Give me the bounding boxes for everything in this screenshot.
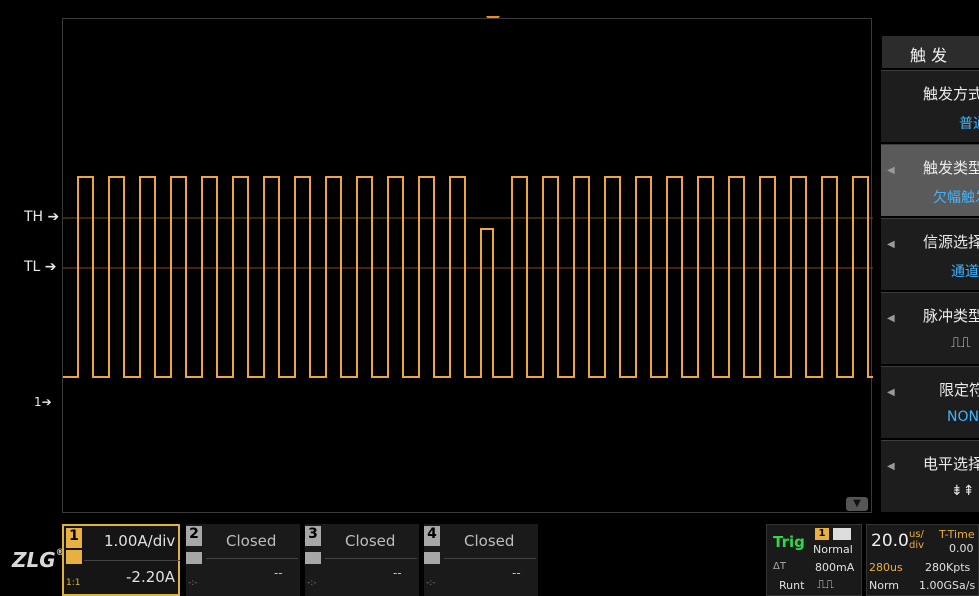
- threshold-high-marker[interactable]: TH ➔: [24, 209, 59, 225]
- trigger-label: Trig: [773, 533, 805, 551]
- timebase-position: 280us: [869, 561, 903, 574]
- th-label: TH: [24, 209, 44, 225]
- menu-arrow-icon: ◀: [887, 387, 895, 398]
- ch2-probe-ratio: -:-: [188, 578, 198, 588]
- menu-item-label: 信源选择: [923, 233, 979, 251]
- ch3-number: 3: [305, 526, 321, 546]
- ch1-scale[interactable]: 1.00A/div: [104, 532, 175, 550]
- timebase-delay: 0.00: [949, 542, 974, 555]
- menu-item-value: 欠幅触发: [933, 190, 979, 206]
- menu-item-label: 限定符: [939, 381, 979, 399]
- waveform-svg: [63, 176, 873, 378]
- menu-item-label: 脉冲类型: [923, 307, 979, 325]
- menu-item-4[interactable]: ◀ 限定符 NONE: [881, 366, 979, 438]
- ch3-probe-ratio: -:-: [307, 578, 317, 588]
- menu-arrow-icon: ◀: [887, 165, 895, 176]
- menu-item-5[interactable]: ◀ 电平选择 ⇟⇞: [881, 440, 979, 512]
- trigger-mode: Normal: [813, 543, 853, 556]
- ch2-offset[interactable]: --: [274, 566, 283, 580]
- menu-item-value: ⎍⎍: [951, 335, 971, 351]
- ch4-offset[interactable]: --: [512, 566, 521, 580]
- trigger-source: 1: [815, 528, 829, 540]
- memory-depth: 280Kpts: [925, 561, 971, 574]
- trigger-type: Runt: [779, 579, 805, 592]
- ch3-panel[interactable]: 3 Closed -- -:-: [305, 524, 419, 596]
- timebase-mode: T-Time: [939, 528, 975, 541]
- menu-title: 触 发: [910, 46, 948, 65]
- ch1-offset[interactable]: -2.20A: [126, 568, 175, 586]
- menu-item-value: NONE: [947, 409, 979, 425]
- ch4-probe-ratio: -:-: [426, 578, 436, 588]
- menu-item-value: 通道1: [951, 264, 979, 280]
- coupling-icon: [305, 552, 321, 564]
- ch1-waveform: [63, 176, 873, 378]
- timebase-unit-bottom: div: [909, 540, 925, 551]
- timebase-unit-top: us/: [909, 529, 924, 540]
- ch4-number: 4: [424, 526, 440, 546]
- coupling-icon: [424, 552, 440, 564]
- ch4-panel[interactable]: 4 Closed -- -:-: [424, 524, 538, 596]
- zlg-logo: ZLG®: [12, 548, 65, 572]
- menu-arrow-icon: ◀: [887, 313, 895, 324]
- acquisition-mode: Norm: [869, 579, 900, 592]
- timebase-scale[interactable]: 20.0: [871, 531, 909, 551]
- menu-item-value: ⇟⇞: [951, 483, 975, 499]
- menu-arrow-icon: ◀: [887, 461, 895, 472]
- ch2-scale[interactable]: Closed: [226, 532, 276, 550]
- timebase-panel[interactable]: 20.0 us/ div T-Time 0.00 280us 280Kpts N…: [866, 524, 979, 596]
- ch1-panel[interactable]: 1 1.00A/div -2.20A 1:1: [62, 524, 180, 596]
- ch3-scale[interactable]: Closed: [345, 532, 395, 550]
- ch1-number: 1: [66, 528, 82, 548]
- ch3-offset[interactable]: --: [393, 566, 402, 580]
- runt-pulse-icon: ⎍⎍: [817, 577, 834, 591]
- ch2-number: 2: [186, 526, 202, 546]
- ch2-panel[interactable]: 2 Closed -- -:-: [186, 524, 300, 596]
- trigger-slope-icon: [833, 528, 851, 540]
- sample-rate: 1.00GSa/s: [919, 579, 976, 592]
- menu-item-label: 触发方式: [923, 85, 979, 103]
- menu-arrow-icon: ◀: [887, 239, 895, 250]
- scroll-down-icon[interactable]: ▼: [846, 497, 868, 511]
- menu-item-2[interactable]: ◀ 信源选择通道1: [881, 218, 979, 290]
- waveform-display[interactable]: [62, 18, 873, 513]
- menu-item-0[interactable]: 触发方式普通: [881, 70, 979, 142]
- ch4-scale[interactable]: Closed: [464, 532, 514, 550]
- menu-item-3[interactable]: ◀ 脉冲类型 ⎍⎍: [881, 292, 979, 364]
- menu-item-value: 普通: [959, 116, 979, 132]
- ch1-probe-ratio: 1:1: [66, 578, 81, 588]
- trigger-delta-label: ΔT: [773, 561, 786, 572]
- trigger-level: 800mA: [815, 561, 855, 574]
- menu-title-bar: 触 发: [882, 36, 979, 68]
- trigger-panel[interactable]: Trig 1 Normal ΔT 800mA Runt ⎍⎍: [766, 524, 862, 596]
- ch1-marker-label: 1: [34, 395, 42, 409]
- tl-label: TL: [24, 259, 41, 275]
- menu-item-label: 电平选择: [923, 455, 979, 473]
- ch1-coupling-icon: [66, 550, 82, 564]
- ch1-ground-marker[interactable]: 1➔: [34, 395, 52, 409]
- menu-item-label: 触发类型: [923, 159, 979, 177]
- coupling-icon: [186, 552, 202, 564]
- menu-item-1[interactable]: ◀ 触发类型欠幅触发: [881, 144, 979, 216]
- threshold-low-marker[interactable]: TL ➔: [24, 259, 57, 275]
